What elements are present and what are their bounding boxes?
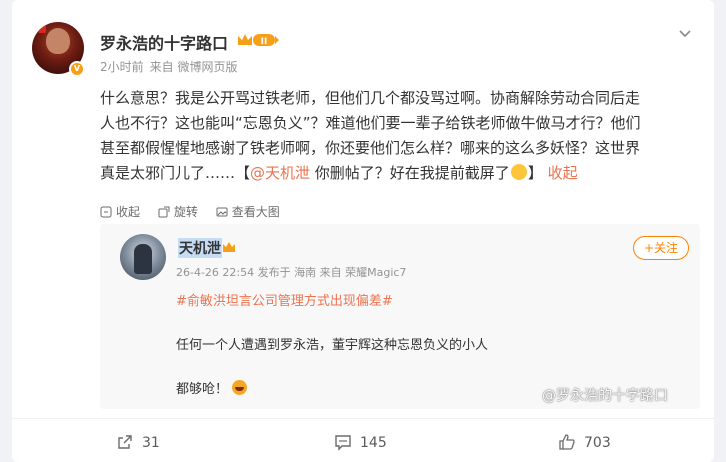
post-line-4: 真是太邪门儿了……【@天机泄 你删帖了？好在我提前截屏了】 收起 <box>100 161 700 186</box>
post-line-1: 什么意思？我是公开骂过铁老师，但他们几个都没骂过啊。协商解除劳动合同后走 <box>100 89 641 107</box>
post-source: 来自 微博网页版 <box>149 60 238 74</box>
repost-meta: 26-4-26 22:54 发布于 海南 来自 荣耀Magic7 <box>176 266 407 279</box>
repost-avatar <box>120 234 166 280</box>
author-name[interactable]: 罗永浩的十字路口 <box>100 30 228 54</box>
thumbs-up-icon <box>559 434 575 450</box>
weibo-watermark: @罗永浩的十字路口 <box>542 388 668 404</box>
view-large-image-label: 查看大图 <box>231 205 280 219</box>
collapse-text-link[interactable]: 收起 <box>548 164 578 182</box>
laughing-emoji-icon <box>232 380 248 395</box>
post-body: 什么意思？我是公开骂过铁老师，但他们几个都没骂过啊。协商解除劳动合同后走 人也不… <box>100 86 700 186</box>
post-time[interactable]: 2小时前 <box>100 60 144 74</box>
weibo-post-card: V 罗永浩的十字路口 II 2小时前 来自 微博网页版 什么意思？我是公开骂过铁老… <box>12 0 714 462</box>
chevron-down-icon[interactable] <box>676 24 694 42</box>
rotate-icon <box>158 206 170 218</box>
repost-author-name: 天机泄 <box>178 238 222 258</box>
image-actions: 收起 旋转 查看大图 <box>100 203 294 220</box>
share-count: 31 <box>142 435 160 451</box>
avatar-face <box>46 28 70 54</box>
verified-badge-icon: V <box>69 61 85 77</box>
rotate-image-button[interactable]: 旋转 <box>158 203 198 220</box>
view-large-image-button[interactable]: 查看大图 <box>216 203 280 220</box>
share-icon <box>118 435 132 449</box>
avatar-logo <box>38 25 46 33</box>
vip-level: II <box>261 37 268 47</box>
post-meta: 2小时前 来自 微博网页版 <box>100 58 243 75</box>
vip-crown-icon[interactable]: II <box>236 31 280 49</box>
post-footer: 31 145 703 <box>12 418 714 462</box>
comment-button[interactable]: 145 <box>334 433 387 451</box>
rotate-image-label: 旋转 <box>173 205 198 219</box>
repost-topic: #俞敏洪坦言公司管理方式出现偏差# <box>176 294 393 309</box>
image-icon <box>216 207 228 217</box>
like-button[interactable]: 703 <box>558 433 611 451</box>
follow-button: +关注 <box>633 236 689 260</box>
post-line-2: 人也不行？这也能叫“忘恩负义”？难道他们要一辈子给铁老师做牛做马才行？他们 <box>100 114 641 132</box>
like-count: 703 <box>584 435 611 451</box>
post-line-4-end: 】 <box>527 164 548 182</box>
post-line-3: 甚至都假惺惺地感谢了铁老师啊，你还要他们怎么样？哪来的这么多妖怪？这世界 <box>100 139 641 157</box>
repost-text-2: 都够呛！ <box>176 378 248 397</box>
screenshot-image[interactable]: 天机泄 26-4-26 22:54 发布于 海南 来自 荣耀Magic7 +关注… <box>100 224 700 409</box>
smile-emoji-icon <box>510 164 527 180</box>
share-button[interactable]: 31 <box>116 433 160 451</box>
collapse-image-button[interactable]: 收起 <box>100 203 140 220</box>
post-line-4-mid: 你删帖了？好在我提前截屏了 <box>310 164 510 182</box>
avatar-figure <box>134 244 152 274</box>
collapse-image-label: 收起 <box>116 205 141 219</box>
post-line-4-start: 真是太邪门儿了……【 <box>100 164 251 182</box>
collapse-icon <box>100 206 112 218</box>
comment-icon <box>335 435 351 451</box>
crown-icon <box>223 242 235 252</box>
comment-count: 145 <box>360 435 387 451</box>
repost-text-2-content: 都够呛！ <box>176 382 229 397</box>
mention-link[interactable]: @天机泄 <box>250 164 310 182</box>
repost-text-1: 任何一个人遭遇到罗永浩，董宇辉这种忘恩负义的小人 <box>176 338 489 353</box>
